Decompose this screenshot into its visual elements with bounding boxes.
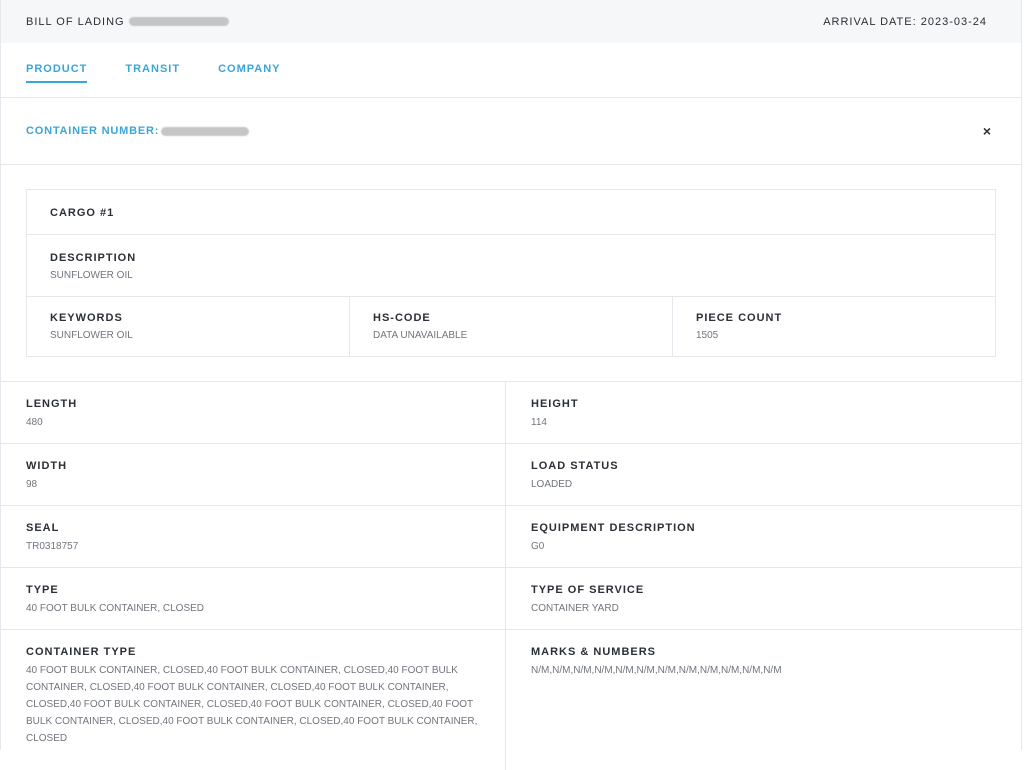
bill-of-lading-title: BILL OF LADING xyxy=(26,16,229,28)
type-label: TYPE xyxy=(26,584,59,596)
marks-label: MARKS & NUMBERS xyxy=(531,646,656,658)
description-value: SUNFLOWER OIL xyxy=(50,270,133,281)
piece-count-label: PIECE COUNT xyxy=(696,312,783,324)
tab-bar: PRODUCT TRANSIT COMPANY xyxy=(1,43,1021,98)
service-label: TYPE OF SERVICE xyxy=(531,584,645,596)
tab-product[interactable]: PRODUCT xyxy=(26,63,88,83)
cargo-card: CARGO #1 DESCRIPTION SUNFLOWER OIL KEYWO… xyxy=(26,189,996,357)
container-header[interactable]: CONTAINER NUMBER: × xyxy=(1,98,1021,165)
bill-of-lading-panel: BILL OF LADING ARRIVAL DATE: 2023-03-24 … xyxy=(0,0,1022,770)
seal-label: SEAL xyxy=(26,522,60,534)
equipment-cell: EQUIPMENT DESCRIPTION G0 xyxy=(506,506,1021,568)
container-type-label: CONTAINER TYPE xyxy=(26,646,137,658)
hscode-label: HS-CODE xyxy=(373,312,431,324)
piece-count-value: 1505 xyxy=(696,330,719,341)
piece-count-cell: PIECE COUNT 1505 xyxy=(673,297,995,356)
height-label: HEIGHT xyxy=(531,398,579,410)
header-bar: BILL OF LADING ARRIVAL DATE: 2023-03-24 xyxy=(1,0,1021,43)
keywords-label: KEYWORDS xyxy=(50,312,123,324)
redacted-value xyxy=(161,126,250,136)
keywords-cell: KEYWORDS SUNFLOWER OIL xyxy=(27,297,350,356)
width-cell: WIDTH 98 xyxy=(1,444,506,506)
container-details: LENGTH 480 HEIGHT 114 WIDTH 98 LOAD STAT… xyxy=(1,382,1021,770)
container-type-value: 40 FOOT BULK CONTAINER, CLOSED,40 FOOT B… xyxy=(26,665,478,744)
container-number-label: CONTAINER NUMBER: xyxy=(26,125,160,137)
cargo-title: CARGO #1 xyxy=(50,207,115,219)
redacted-value xyxy=(128,17,229,26)
cargo-title-row: CARGO #1 xyxy=(27,190,995,235)
marks-cell: MARKS & NUMBERS N/M,N/M,N/M,N/M,N/M,N/M,… xyxy=(506,630,1021,770)
load-status-label: LOAD STATUS xyxy=(531,460,619,472)
hscode-value: DATA UNAVAILABLE xyxy=(373,330,468,341)
equipment-value: G0 xyxy=(531,541,545,552)
tab-company[interactable]: COMPANY xyxy=(218,63,280,81)
load-status-value: LOADED xyxy=(531,479,573,490)
container-number: CONTAINER NUMBER: xyxy=(26,125,250,137)
cargo-section: CARGO #1 DESCRIPTION SUNFLOWER OIL KEYWO… xyxy=(1,165,1021,382)
width-value: 98 xyxy=(26,479,38,490)
type-value: 40 FOOT BULK CONTAINER, CLOSED xyxy=(26,603,205,614)
keywords-value: SUNFLOWER OIL xyxy=(50,330,133,341)
load-status-cell: LOAD STATUS LOADED xyxy=(506,444,1021,506)
close-icon[interactable]: × xyxy=(983,123,991,139)
arrival-date: ARRIVAL DATE: 2023-03-24 xyxy=(823,15,987,28)
service-value: CONTAINER YARD xyxy=(531,603,619,614)
seal-value: TR0318757 xyxy=(26,541,79,552)
marks-value: N/M,N/M,N/M,N/M,N/M,N/M,N/M,N/M,N/M,N/M,… xyxy=(531,665,782,676)
height-cell: HEIGHT 114 xyxy=(506,382,1021,444)
cargo-attributes: KEYWORDS SUNFLOWER OIL HS-CODE DATA UNAV… xyxy=(27,296,995,356)
description-label: DESCRIPTION xyxy=(50,252,137,264)
length-label: LENGTH xyxy=(26,398,78,410)
seal-cell: SEAL TR0318757 xyxy=(1,506,506,568)
container-type-cell: CONTAINER TYPE 40 FOOT BULK CONTAINER, C… xyxy=(1,630,506,770)
bill-of-lading-label: BILL OF LADING xyxy=(26,15,125,28)
equipment-label: EQUIPMENT DESCRIPTION xyxy=(531,522,696,534)
length-cell: LENGTH 480 xyxy=(1,382,506,444)
width-label: WIDTH xyxy=(26,460,68,472)
hscode-cell: HS-CODE DATA UNAVAILABLE xyxy=(350,297,673,356)
height-value: 114 xyxy=(531,417,547,428)
tab-transit[interactable]: TRANSIT xyxy=(125,63,180,81)
type-cell: TYPE 40 FOOT BULK CONTAINER, CLOSED xyxy=(1,568,506,630)
service-cell: TYPE OF SERVICE CONTAINER YARD xyxy=(506,568,1021,630)
length-value: 480 xyxy=(26,417,43,428)
cargo-description: DESCRIPTION SUNFLOWER OIL xyxy=(27,235,995,296)
